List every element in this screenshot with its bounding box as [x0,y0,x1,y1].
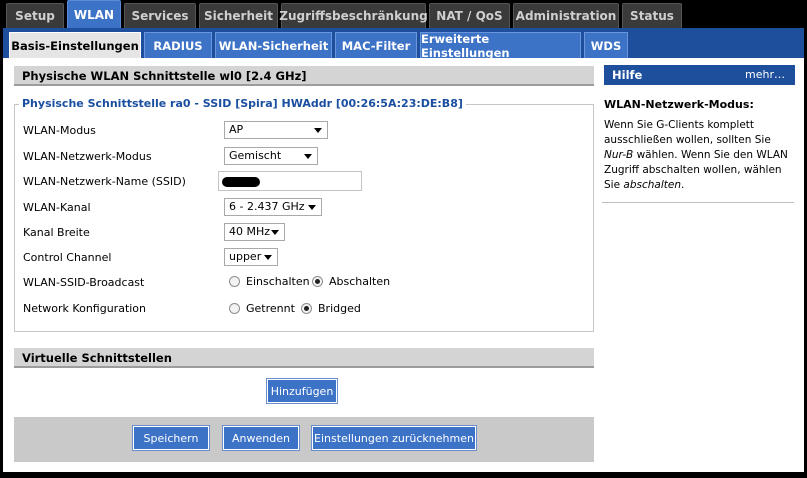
control-channel-select[interactable]: upper [224,248,278,266]
wlan-mode-select[interactable]: AP [224,121,328,139]
control-channel-label: Control Channel [23,251,112,264]
chevron-down-icon [264,255,272,260]
help-title: Hilfe [612,68,643,82]
channel-width-select[interactable]: 40 MHz [224,223,285,241]
help-text: Wenn Sie G-Clients komplett ausschließen… [604,119,788,191]
subtab-mac-filter[interactable]: MAC-Filter [335,32,417,58]
ssid-broadcast-on[interactable]: Einschalten [229,275,310,288]
ssid-broadcast-off-label: Abschalten [329,275,391,288]
tab-services[interactable]: Services [124,3,196,28]
channel-width-label: Kanal Breite [23,226,90,239]
tab-setup[interactable]: Setup [6,3,64,28]
interface-fieldset: Physische Schnittstelle ra0 - SSID [Spir… [14,97,594,332]
add-interface-button[interactable]: Hinzufügen [266,378,338,404]
save-button[interactable]: Speichern [132,425,210,451]
network-mode-label: WLAN-Netzwerk-Modus [23,150,152,163]
reset-button[interactable]: Einstellungen zurücknehmen [311,425,477,451]
chevron-down-icon [308,205,316,210]
network-config-label: Network Konfiguration [23,302,147,315]
network-mode-value: Gemischt [229,149,282,162]
ssid-label: WLAN-Netzwerk-Name (SSID) [23,175,186,188]
redaction-mark [222,177,260,187]
network-config-separate-label: Getrennt [246,302,295,315]
network-mode-select[interactable]: Gemischt [224,147,318,165]
radio-button[interactable] [229,276,240,287]
subtab-wlan-sicherheit[interactable]: WLAN-Sicherheit [215,32,332,58]
network-config-bridged-label: Bridged [318,302,361,315]
tab-sicherheit[interactable]: Sicherheit [199,3,278,28]
tab-wlan[interactable]: WLAN [67,0,121,28]
radio-button[interactable] [229,303,240,314]
network-config-bridged[interactable]: Bridged [301,302,361,315]
channel-width-value: 40 MHz [229,225,271,238]
subtab-radius[interactable]: RADIUS [144,32,212,58]
wlan-mode-value: AP [229,123,244,136]
ssid-broadcast-off[interactable]: Abschalten [312,275,390,288]
main-content: Physische WLAN Schnittstelle wl0 [2.4 GH… [3,58,804,472]
help-divider [602,202,794,203]
ssid-broadcast-on-label: Einschalten [246,275,310,288]
radio-button-selected[interactable] [301,303,312,314]
subtab-wds[interactable]: WDS [584,32,628,58]
chevron-down-icon [314,128,322,133]
channel-value: 6 - 2.437 GHz [229,200,305,213]
radio-button-selected[interactable] [312,276,323,287]
network-config-separate[interactable]: Getrennt [229,302,295,315]
interface-legend: Physische Schnittstelle ra0 - SSID [Spir… [19,97,466,110]
help-more-link[interactable]: mehr… [745,65,785,85]
help-header: Hilfe mehr… [604,65,795,85]
wlan-mode-label: WLAN-Modus [23,124,96,137]
sub-nav: Basis-Einstellungen RADIUS WLAN-Sicherhe… [3,28,804,60]
action-bar: Speichern Anwenden Einstellungen zurückn… [14,417,594,462]
apply-button[interactable]: Anwenden [222,425,300,451]
ssid-input[interactable] [218,171,362,191]
tab-zugriffsbeschraenkung[interactable]: Zugriffsbeschränkung [279,3,428,28]
tab-nat-qos[interactable]: NAT / QoS [429,3,510,28]
subtab-erweiterte-einstellungen[interactable]: Erweiterte Einstellungen [420,32,581,60]
ssid-broadcast-label: WLAN-SSID-Broadcast [23,276,145,289]
virtual-interfaces-title: Virtuelle Schnittstellen [14,348,594,368]
interface-title: Physische WLAN Schnittstelle wl0 [2.4 GH… [14,66,594,86]
help-topic-title: WLAN-Netzwerk-Modus: [604,98,754,111]
top-nav: Setup WLAN Services Sicherheit Zugriffsb… [0,0,807,28]
subtab-basis-einstellungen[interactable]: Basis-Einstellungen [9,32,141,58]
control-channel-value: upper [229,250,262,263]
tab-status[interactable]: Status [622,3,682,28]
channel-label: WLAN-Kanal [23,201,91,214]
chevron-down-icon [304,154,312,159]
chevron-down-icon [271,230,279,235]
tab-administration[interactable]: Administration [513,3,619,28]
channel-select[interactable]: 6 - 2.437 GHz [224,198,322,216]
